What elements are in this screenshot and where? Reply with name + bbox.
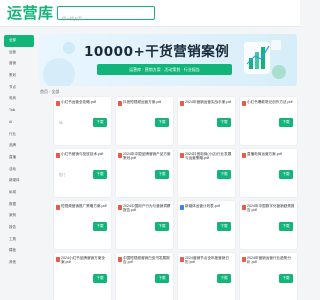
sidebar-item[interactable]: 策划 [4, 70, 34, 82]
download-button[interactable]: 下载 [93, 170, 107, 179]
document-card[interactable]: 2024中国用户行为与营销洞察报告.pdf 下载 [116, 201, 173, 249]
site-logo[interactable]: 运营库 [7, 4, 54, 23]
pdf-file-icon [180, 256, 184, 262]
download-button[interactable]: 下载 [217, 170, 231, 179]
download-button[interactable]: 下载 [217, 222, 231, 231]
sidebar-item[interactable]: 活动 [4, 164, 34, 176]
breadcrumb-home[interactable]: 首页 [40, 89, 48, 94]
document-card[interactable]: 2024年中国数字化营销趋势报告.pdf 下载 [240, 201, 297, 249]
sidebar-item[interactable]: 新媒体 [4, 175, 34, 187]
sidebar-item[interactable]: 案例 [4, 210, 34, 222]
document-card[interactable]: 小红书营销与投放技术.pdf 热门 下载 [54, 149, 111, 197]
pdf-file-icon [180, 100, 184, 106]
document-card[interactable]: 小红书运营全攻略.pdf 98 下载 [54, 97, 111, 145]
document-title[interactable]: 抖音短视频运营方案.pdf [123, 100, 161, 104]
banner-title: 10000+干货营销案例 [84, 44, 230, 60]
sidebar-item[interactable]: 营销 [4, 58, 34, 70]
download-button[interactable]: 下载 [93, 118, 107, 127]
download-button[interactable]: 下载 [155, 118, 169, 127]
sidebar-item[interactable]: 品牌 [4, 140, 34, 152]
download-button[interactable]: 下载 [93, 222, 107, 231]
document-card[interactable]: 小红书爆款笔记创作方法.pdf 下载 [240, 97, 297, 145]
top-header: 运营库 [0, 0, 300, 27]
document-title[interactable]: 2024营销节点全年度营销日历.pdf [185, 256, 233, 265]
document-title[interactable]: 中国短视频营销白皮书发展报告.pdf [123, 256, 171, 265]
pdf-file-icon [56, 256, 60, 262]
breadcrumb-current: 全部 [51, 89, 60, 94]
document-card[interactable]: 2024年营销运营实战手册.pdf 下载 [178, 97, 235, 145]
sidebar-item[interactable]: 私域 [4, 187, 34, 199]
pdf-file-icon [56, 204, 60, 210]
banner-subtitle: 运营库 · 营销方案 · 活动策划 · 行业报告 [97, 64, 232, 75]
sidebar-item[interactable]: 全部 [4, 35, 34, 47]
pdf-file-icon [242, 204, 246, 210]
category-sidebar: 全部 运营 营销 策划 节点 电商 Talk AI 行业 品牌 直播 活动 新媒… [4, 35, 34, 269]
pdf-file-icon [118, 256, 122, 262]
pdf-file-icon [56, 152, 60, 158]
download-button[interactable]: 下载 [217, 118, 231, 127]
document-title[interactable]: 新媒体运营计划表.pdf [185, 204, 220, 208]
document-title[interactable]: 2024年营销运营行业趋势分析.pdf [247, 256, 295, 265]
pdf-file-icon [242, 256, 246, 262]
document-title[interactable]: 2024年中国品牌营销产品方案策划.pdf [123, 152, 171, 161]
pdf-file-icon [56, 100, 60, 106]
sidebar-item[interactable]: 数据 [4, 199, 34, 211]
document-title[interactable]: 2024年营销运营实战手册.pdf [185, 100, 231, 104]
breadcrumb: 首页›全部 [40, 89, 60, 94]
pdf-file-icon [118, 204, 122, 210]
download-button[interactable]: 下载 [93, 274, 107, 283]
pdf-file-icon [118, 100, 122, 106]
document-title[interactable]: 2024抖音电商(小店)行业发展与运营策略.pdf [185, 152, 233, 161]
sidebar-item[interactable]: 工具 [4, 234, 34, 246]
download-button[interactable]: 下载 [279, 274, 293, 283]
download-button[interactable]: 下载 [155, 222, 169, 231]
download-button[interactable]: 下载 [279, 118, 293, 127]
document-title[interactable]: 2024小红书品牌营销方案全案.pdf [61, 256, 109, 265]
document-title[interactable]: 2024中国用户行为与营销洞察报告.pdf [123, 204, 171, 213]
sidebar-item[interactable]: 报告 [4, 222, 34, 234]
document-card[interactable]: 2024小红书品牌营销方案全案.pdf 下载 [54, 253, 111, 300]
document-title[interactable]: 小红书爆款笔记创作方法.pdf [247, 100, 293, 104]
sidebar-item[interactable]: 行业 [4, 129, 34, 141]
pdf-file-icon [118, 152, 122, 158]
download-button[interactable]: 下载 [155, 274, 169, 283]
download-button[interactable]: 下载 [155, 170, 169, 179]
pdf-file-icon [242, 152, 246, 158]
document-title[interactable]: 小红书运营全攻略.pdf [61, 100, 96, 104]
pdf-file-icon [242, 100, 246, 106]
sidebar-item[interactable]: Talk [4, 105, 34, 117]
document-title[interactable]: 2024年中国数字化营销趋势报告.pdf [247, 204, 295, 213]
search-box[interactable] [57, 6, 155, 25]
document-card[interactable]: 中国短视频营销白皮书发展报告.pdf 下载 [116, 253, 173, 300]
document-meta: 热门 [59, 173, 66, 177]
document-card[interactable]: 短视频营销推广策略方案.pdf 下载 [54, 201, 111, 249]
document-card[interactable]: 抖音短视频运营方案.pdf 下载 [116, 97, 173, 145]
sidebar-item[interactable]: 运营 [4, 47, 34, 59]
document-card[interactable]: 2024年中国品牌营销产品方案策划.pdf 下载 [116, 149, 173, 197]
document-meta: 98 [59, 121, 63, 125]
sidebar-item[interactable]: 电商 [4, 93, 34, 105]
promo-banner[interactable]: 10000+干货营销案例 运营库 · 营销方案 · 活动策划 · 行业报告 [39, 34, 297, 86]
download-button[interactable]: 下载 [279, 222, 293, 231]
document-title[interactable]: 短视频营销推广策略方案.pdf [61, 204, 107, 208]
document-card[interactable]: 2024抖音电商(小店)行业发展与运营策略.pdf 下载 [178, 149, 235, 197]
search-input[interactable] [58, 12, 148, 25]
document-card[interactable]: 2024年营销运营行业趋势分析.pdf 下载 [240, 253, 297, 300]
sidebar-item[interactable]: 节点 [4, 82, 34, 94]
app-window: 运营库 全部 运营 营销 策划 节点 电商 Talk AI 行业 品牌 直播 活… [0, 0, 300, 300]
document-card[interactable]: 直播电商运营方案.pdf 下载 [240, 149, 297, 197]
document-title[interactable]: 直播电商运营方案.pdf [247, 152, 282, 156]
sidebar-item[interactable]: 直播 [4, 152, 34, 164]
document-card[interactable]: 新媒体运营计划表.pdf 下载 [178, 201, 235, 249]
download-button[interactable]: 下载 [217, 274, 231, 283]
document-title[interactable]: 小红书营销与投放技术.pdf [61, 152, 103, 156]
sidebar-item[interactable]: 其他 [4, 257, 34, 269]
pdf-file-icon [180, 152, 184, 158]
sidebar-item[interactable]: 模板 [4, 245, 34, 257]
document-card[interactable]: 2024营销节点全年度营销日历.pdf 下载 [178, 253, 235, 300]
doc-file-icon [180, 204, 184, 210]
download-button[interactable]: 下载 [279, 170, 293, 179]
sidebar-item[interactable]: AI [4, 117, 34, 129]
